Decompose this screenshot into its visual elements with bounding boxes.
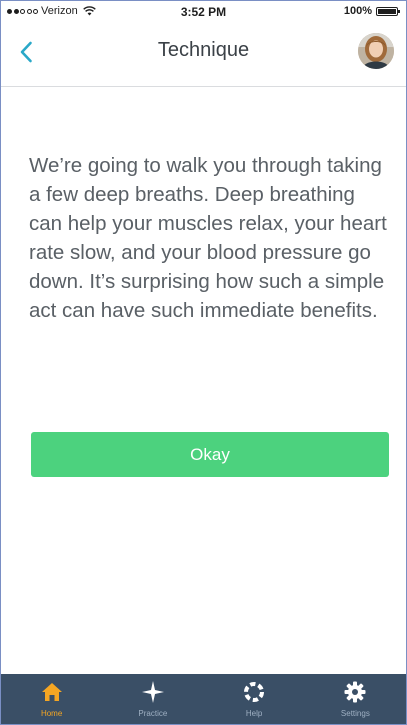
tab-help-label: Help xyxy=(245,709,263,718)
user-avatar[interactable] xyxy=(358,33,394,69)
tab-bar: Home Practice Help Settings xyxy=(1,674,406,724)
tab-help[interactable]: Help xyxy=(204,674,305,724)
tab-practice[interactable]: Practice xyxy=(102,674,203,724)
navigation-bar: Technique xyxy=(1,23,406,87)
intro-text: We’re going to walk you through taking a… xyxy=(29,154,387,322)
tab-home[interactable]: Home xyxy=(1,674,102,724)
tab-settings-label: Settings xyxy=(340,709,370,718)
okay-button[interactable]: Okay xyxy=(31,432,389,477)
status-bar: Verizon 3:52 PM 100% xyxy=(1,1,406,23)
sparkle-icon xyxy=(141,681,164,703)
tab-practice-label: Practice xyxy=(138,709,168,718)
app-screen: Verizon 3:52 PM 100% Technique We’re goi… xyxy=(0,0,407,725)
lifebuoy-icon xyxy=(243,681,265,703)
status-right: 100% xyxy=(343,5,400,17)
avatar-image xyxy=(358,33,394,69)
content-area: We’re going to walk you through taking a… xyxy=(29,151,391,325)
battery-percent: 100% xyxy=(343,5,372,17)
gear-icon xyxy=(344,681,366,703)
home-icon xyxy=(41,681,63,703)
page-title: Technique xyxy=(157,39,250,61)
tab-home-label: Home xyxy=(40,709,63,718)
tab-settings[interactable]: Settings xyxy=(305,674,406,724)
battery-icon xyxy=(376,6,400,16)
